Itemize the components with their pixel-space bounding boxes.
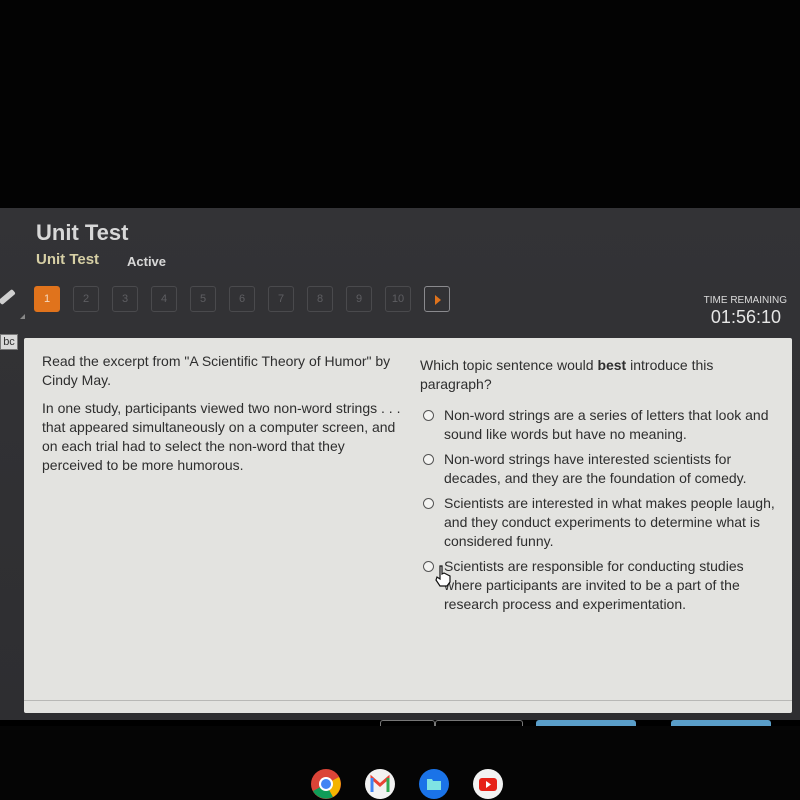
status-badge: Active <box>127 254 167 269</box>
screen-bezel-top <box>0 0 800 208</box>
question-area: Which topic sentence would best introduc… <box>420 356 782 620</box>
answer-option-3[interactable]: Scientists are interested in what makes … <box>420 494 782 551</box>
question-prefix: Which topic sentence would <box>420 357 598 373</box>
question-navigation: 1 2 3 4 5 6 7 8 9 10 <box>34 286 450 312</box>
question-nav-2[interactable]: 2 <box>73 286 99 312</box>
answer-option-2[interactable]: Non-word strings have interested scienti… <box>420 450 782 488</box>
time-remaining-value: 01:56:10 <box>710 307 781 327</box>
question-nav-9[interactable]: 9 <box>346 286 372 312</box>
time-remaining-label: TIME REMAINING <box>703 295 787 306</box>
question-panel: Read the excerpt from "A Scientific Theo… <box>24 338 792 713</box>
question-nav-10[interactable]: 10 <box>385 286 411 312</box>
answer-option-text[interactable]: Non-word strings are a series of letters… <box>444 406 782 444</box>
hand-cursor-icon <box>435 565 451 587</box>
pencil-icon[interactable] <box>0 286 18 308</box>
os-shelf <box>0 726 800 800</box>
radio-button[interactable] <box>423 561 434 572</box>
answer-option-4[interactable]: Scientists are responsible for conductin… <box>420 557 782 614</box>
gmail-icon[interactable] <box>364 768 396 800</box>
question-nav-5[interactable]: 5 <box>190 286 216 312</box>
radio-button[interactable] <box>423 410 434 421</box>
answer-option-text[interactable]: Scientists are responsible for conductin… <box>444 557 782 614</box>
passage: Read the excerpt from "A Scientific Theo… <box>42 352 402 484</box>
breadcrumb[interactable]: Unit Test <box>36 251 99 268</box>
radio-button[interactable] <box>423 454 434 465</box>
question-nav-7[interactable]: 7 <box>268 286 294 312</box>
passage-body: In one study, participants viewed two no… <box>42 400 401 473</box>
next-question-button[interactable] <box>424 286 450 312</box>
question-nav-8[interactable]: 8 <box>307 286 333 312</box>
page-title: Unit Test <box>36 220 129 245</box>
answer-option-text[interactable]: Non-word strings have interested scienti… <box>444 450 782 488</box>
tool-expand-icon[interactable] <box>20 314 25 319</box>
chrome-icon[interactable] <box>310 768 342 800</box>
question-nav-1[interactable]: 1 <box>34 286 60 312</box>
question-nav-4[interactable]: 4 <box>151 286 177 312</box>
test-app: Unit Test Unit Test Active bc 1 2 3 4 5 … <box>0 208 800 720</box>
abc-tool-icon[interactable]: bc <box>0 334 18 350</box>
passage-intro: Read the excerpt from "A Scientific Theo… <box>42 353 391 388</box>
question-prompt: Which topic sentence would best introduc… <box>420 356 782 394</box>
answer-option-text[interactable]: Scientists are interested in what makes … <box>444 494 782 551</box>
radio-button[interactable] <box>423 498 434 509</box>
files-icon[interactable] <box>418 768 450 800</box>
question-nav-6[interactable]: 6 <box>229 286 255 312</box>
question-nav-3[interactable]: 3 <box>112 286 138 312</box>
panel-divider <box>24 700 792 701</box>
youtube-icon[interactable] <box>472 768 504 800</box>
answer-option-1[interactable]: Non-word strings are a series of letters… <box>420 406 782 444</box>
question-emphasis: best <box>597 357 627 373</box>
